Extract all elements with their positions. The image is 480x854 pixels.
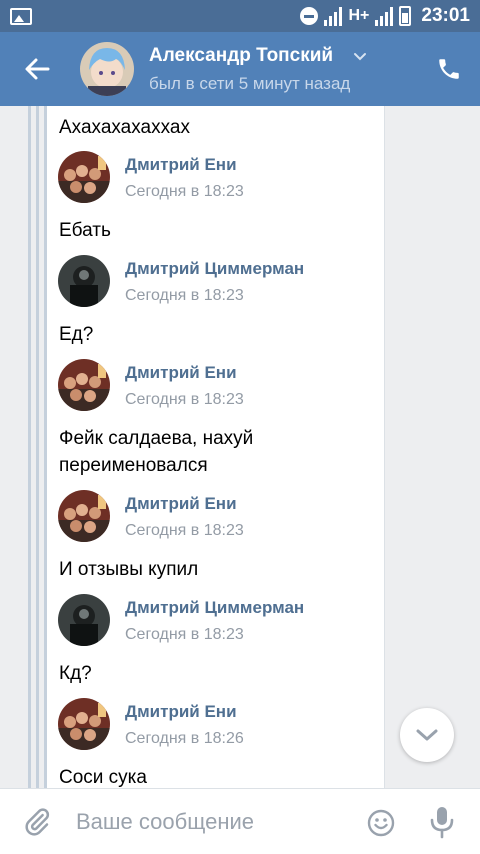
gallery-notification-icon xyxy=(10,8,32,25)
network-type: H+ xyxy=(348,7,370,24)
message-text: И отзывы купил xyxy=(59,559,199,580)
contact-avatar[interactable] xyxy=(80,42,134,96)
scroll-to-bottom-button[interactable] xyxy=(400,708,454,762)
forward-indicator-line xyxy=(36,106,39,788)
contact-name[interactable]: Александр Топский xyxy=(149,45,333,67)
signal-icon xyxy=(324,6,343,26)
back-arrow-icon[interactable] xyxy=(22,54,52,84)
message-time: Сегодня в 18:23 xyxy=(125,183,244,200)
do-not-disturb-icon xyxy=(300,7,319,25)
message-time: Сегодня в 18:23 xyxy=(125,391,244,408)
message-text: Ед? xyxy=(59,324,94,345)
message-author[interactable]: Дмитрий Ени xyxy=(125,363,237,383)
message-time: Сегодня в 18:26 xyxy=(125,730,244,747)
message-author[interactable]: Дмитрий Ени xyxy=(125,702,237,722)
microphone-icon[interactable] xyxy=(428,805,456,839)
paperclip-icon[interactable] xyxy=(22,807,52,837)
message-text: Ахахахахаххах xyxy=(59,117,190,138)
avatar[interactable] xyxy=(58,151,110,203)
message-text: Кд? xyxy=(59,663,92,684)
contact-status: был в сети 5 минут назад xyxy=(149,74,351,93)
forward-indicator-line xyxy=(44,106,47,788)
message-text: переименовался xyxy=(59,455,208,476)
message-author[interactable]: Дмитрий Ени xyxy=(125,494,237,514)
chat-header: Александр Топский был в сети 5 минут наз… xyxy=(0,32,480,106)
message-text: Фейк салдаева, нахуй xyxy=(59,428,254,449)
message-text: Ебать xyxy=(59,220,111,241)
signal-icon-2 xyxy=(375,6,394,26)
battery-icon xyxy=(399,6,412,26)
message-input[interactable] xyxy=(76,807,356,837)
avatar[interactable] xyxy=(58,698,110,750)
message-time: Сегодня в 18:23 xyxy=(125,626,244,643)
message-time: Сегодня в 18:23 xyxy=(125,522,244,539)
chevron-down-icon[interactable] xyxy=(353,51,367,63)
message-text: Соси сука xyxy=(59,767,147,788)
phone-icon[interactable] xyxy=(436,56,462,82)
clock: 23:01 xyxy=(421,5,470,26)
message-time: Сегодня в 18:23 xyxy=(125,287,244,304)
avatar[interactable] xyxy=(58,255,110,307)
chevron-down-icon xyxy=(416,729,438,741)
avatar[interactable] xyxy=(58,490,110,542)
status-bar: H+ 23:01 xyxy=(0,0,480,32)
emoji-icon[interactable] xyxy=(366,808,396,838)
message-composer xyxy=(0,788,480,854)
message-author[interactable]: Дмитрий Циммерман xyxy=(125,259,304,279)
message-author[interactable]: Дмитрий Циммерман xyxy=(125,598,304,618)
forward-indicator-line xyxy=(28,106,31,788)
avatar[interactable] xyxy=(58,594,110,646)
avatar[interactable] xyxy=(58,359,110,411)
message-list[interactable]: Ахахахахаххах Дмитрий Ени Сегодня в 18:2… xyxy=(0,106,480,788)
message-author[interactable]: Дмитрий Ени xyxy=(125,155,237,175)
